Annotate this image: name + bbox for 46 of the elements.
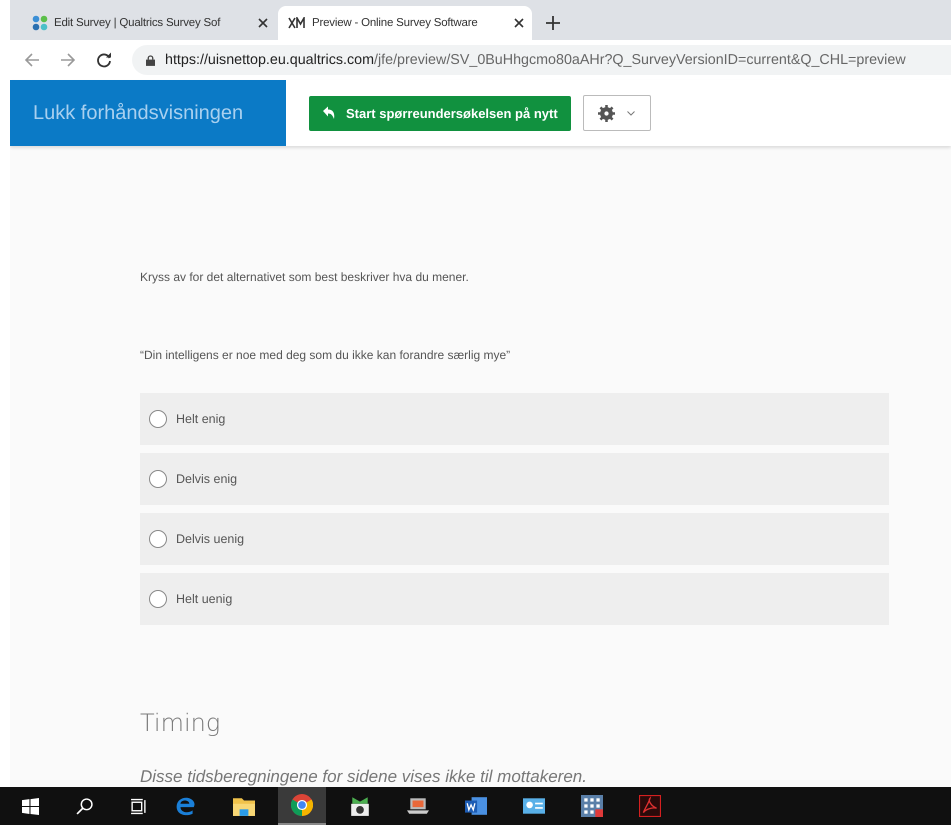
new-tab-icon[interactable] (546, 16, 560, 30)
question-text: “Din intelligens er noe med deg som du ikke kan forandre særlig mye” (140, 348, 512, 362)
chevron-down-icon (627, 110, 636, 116)
tab-title: Edit Survey | Qualtrics Survey Sof (54, 17, 222, 29)
dots-logo-icon (32, 15, 48, 31)
windows-start-icon[interactable] (22, 798, 39, 814)
settings-dropdown[interactable] (582, 95, 651, 131)
settings-icon (598, 104, 616, 122)
answer-option[interactable]: Helt uenig (140, 573, 889, 625)
timing-heading: Timing (140, 709, 222, 737)
back-icon[interactable] (24, 52, 40, 68)
undo-arrow-icon (322, 106, 336, 120)
reload-icon[interactable] (96, 52, 112, 68)
radio-button[interactable] (149, 590, 167, 608)
forward-icon[interactable] (60, 52, 76, 68)
option-label: Helt enig (176, 412, 226, 426)
address-field[interactable]: https://uisnettop.eu.qualtrics.com/jfe/preview/SV_0BuHhgcmo80aAHr?Q_SurveyVersionID=current&Q_CHL=preview (132, 45, 951, 75)
option-label: Delvis uenig (176, 532, 244, 546)
restart-survey-button[interactable]: Start spørreundersøkelsen på nytt (309, 96, 571, 130)
answer-option[interactable]: Delvis uenig (140, 513, 889, 565)
browser-tab[interactable]: Edit Survey | Qualtrics Survey Sof (22, 6, 276, 40)
radio-button[interactable] (149, 530, 167, 548)
contact-card-icon (523, 796, 545, 816)
close-icon[interactable] (258, 18, 268, 28)
task-view-icon[interactable] (130, 798, 147, 814)
answer-option[interactable]: Delvis enig (140, 453, 889, 505)
browser-e-icon (175, 795, 197, 817)
option-label: Delvis enig (176, 472, 238, 486)
taskbar-app[interactable] (278, 787, 326, 825)
pdf-icon (639, 795, 661, 817)
radio-button[interactable] (149, 470, 167, 488)
close-icon[interactable] (514, 18, 524, 28)
word-icon (465, 795, 487, 817)
xm-logo-icon (288, 17, 306, 29)
instruction-text: Kryss av for det alternativet som best beskriver hva du mener. (140, 270, 470, 284)
browser-tab[interactable]: Preview - Online Survey Software (278, 6, 532, 40)
search-icon[interactable] (76, 798, 93, 814)
lock-icon (146, 54, 155, 66)
answer-option[interactable]: Helt enig (140, 393, 889, 445)
chrome-icon (291, 794, 313, 816)
calculator-icon (581, 795, 603, 817)
option-label: Helt uenig (176, 592, 232, 606)
folder-icon (233, 796, 255, 816)
radio-button[interactable] (149, 410, 167, 428)
tab-title: Preview - Online Survey Software (312, 17, 479, 29)
timing-note: Disse tidsberegningene for sidene vises ikke til mottakeren. (140, 767, 588, 787)
